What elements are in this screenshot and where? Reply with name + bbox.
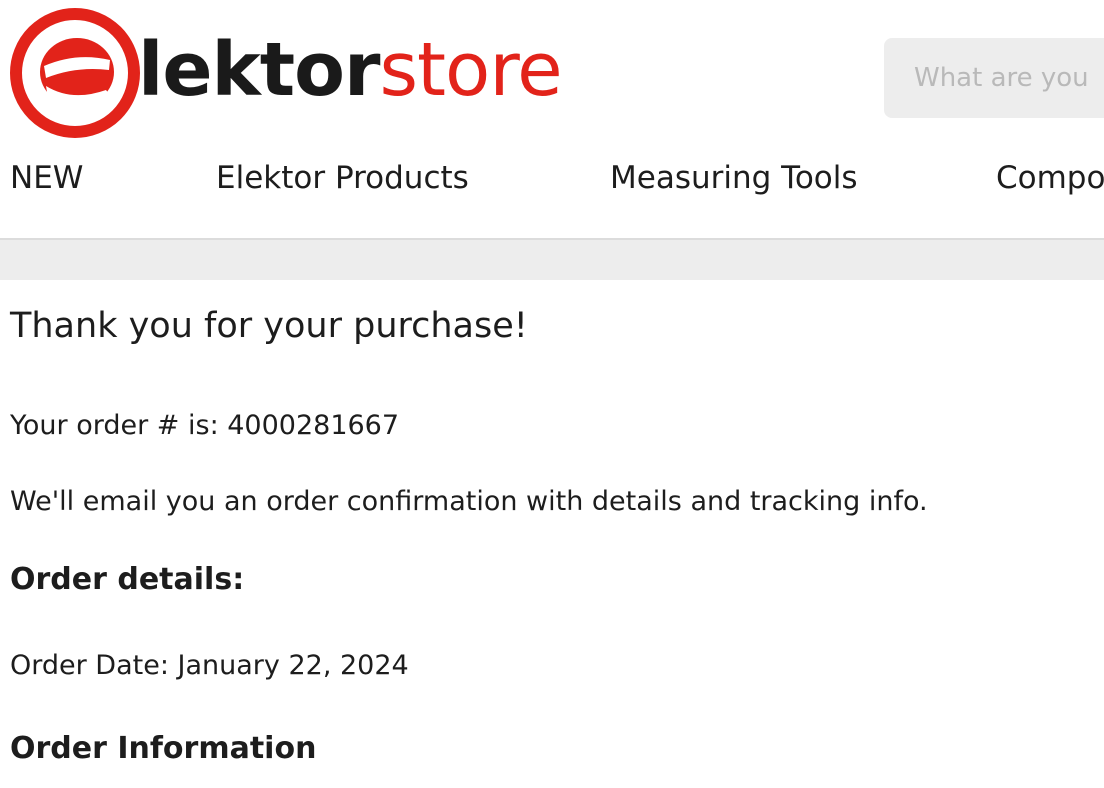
logo-word-lektor: lektor xyxy=(138,27,380,113)
elektor-e-logo-icon xyxy=(10,8,140,138)
logo-word-store: store xyxy=(379,27,562,113)
email-notice-text: We'll email you an order confirmation wi… xyxy=(10,486,928,517)
order-number-text: Your order # is: 4000281667 xyxy=(10,410,400,441)
order-information-heading: Order Information xyxy=(10,731,317,766)
order-details-heading: Order details: xyxy=(10,562,245,597)
nav-item-measuring-tools[interactable]: Measuring Tools xyxy=(610,160,858,196)
breadcrumb-bar xyxy=(0,240,1104,280)
nav-item-elektor-products[interactable]: Elektor Products xyxy=(216,160,469,196)
elektor-store-logo[interactable]: lektorstore xyxy=(10,8,563,138)
order-date-text: Order Date: January 22, 2024 xyxy=(10,650,409,681)
nav-item-new[interactable]: NEW xyxy=(10,160,83,196)
search-input[interactable] xyxy=(884,38,1104,118)
main-navigation: NEW Elektor Products Measuring Tools Com… xyxy=(0,150,1104,240)
site-header: lektorstore xyxy=(0,0,1104,150)
page-title: Thank you for your purchase! xyxy=(10,306,528,346)
nav-item-components[interactable]: Compo xyxy=(996,160,1104,196)
logo-wordmark: lektorstore xyxy=(138,33,563,107)
page: lektorstore NEW Elektor Products Measuri… xyxy=(0,0,1104,788)
